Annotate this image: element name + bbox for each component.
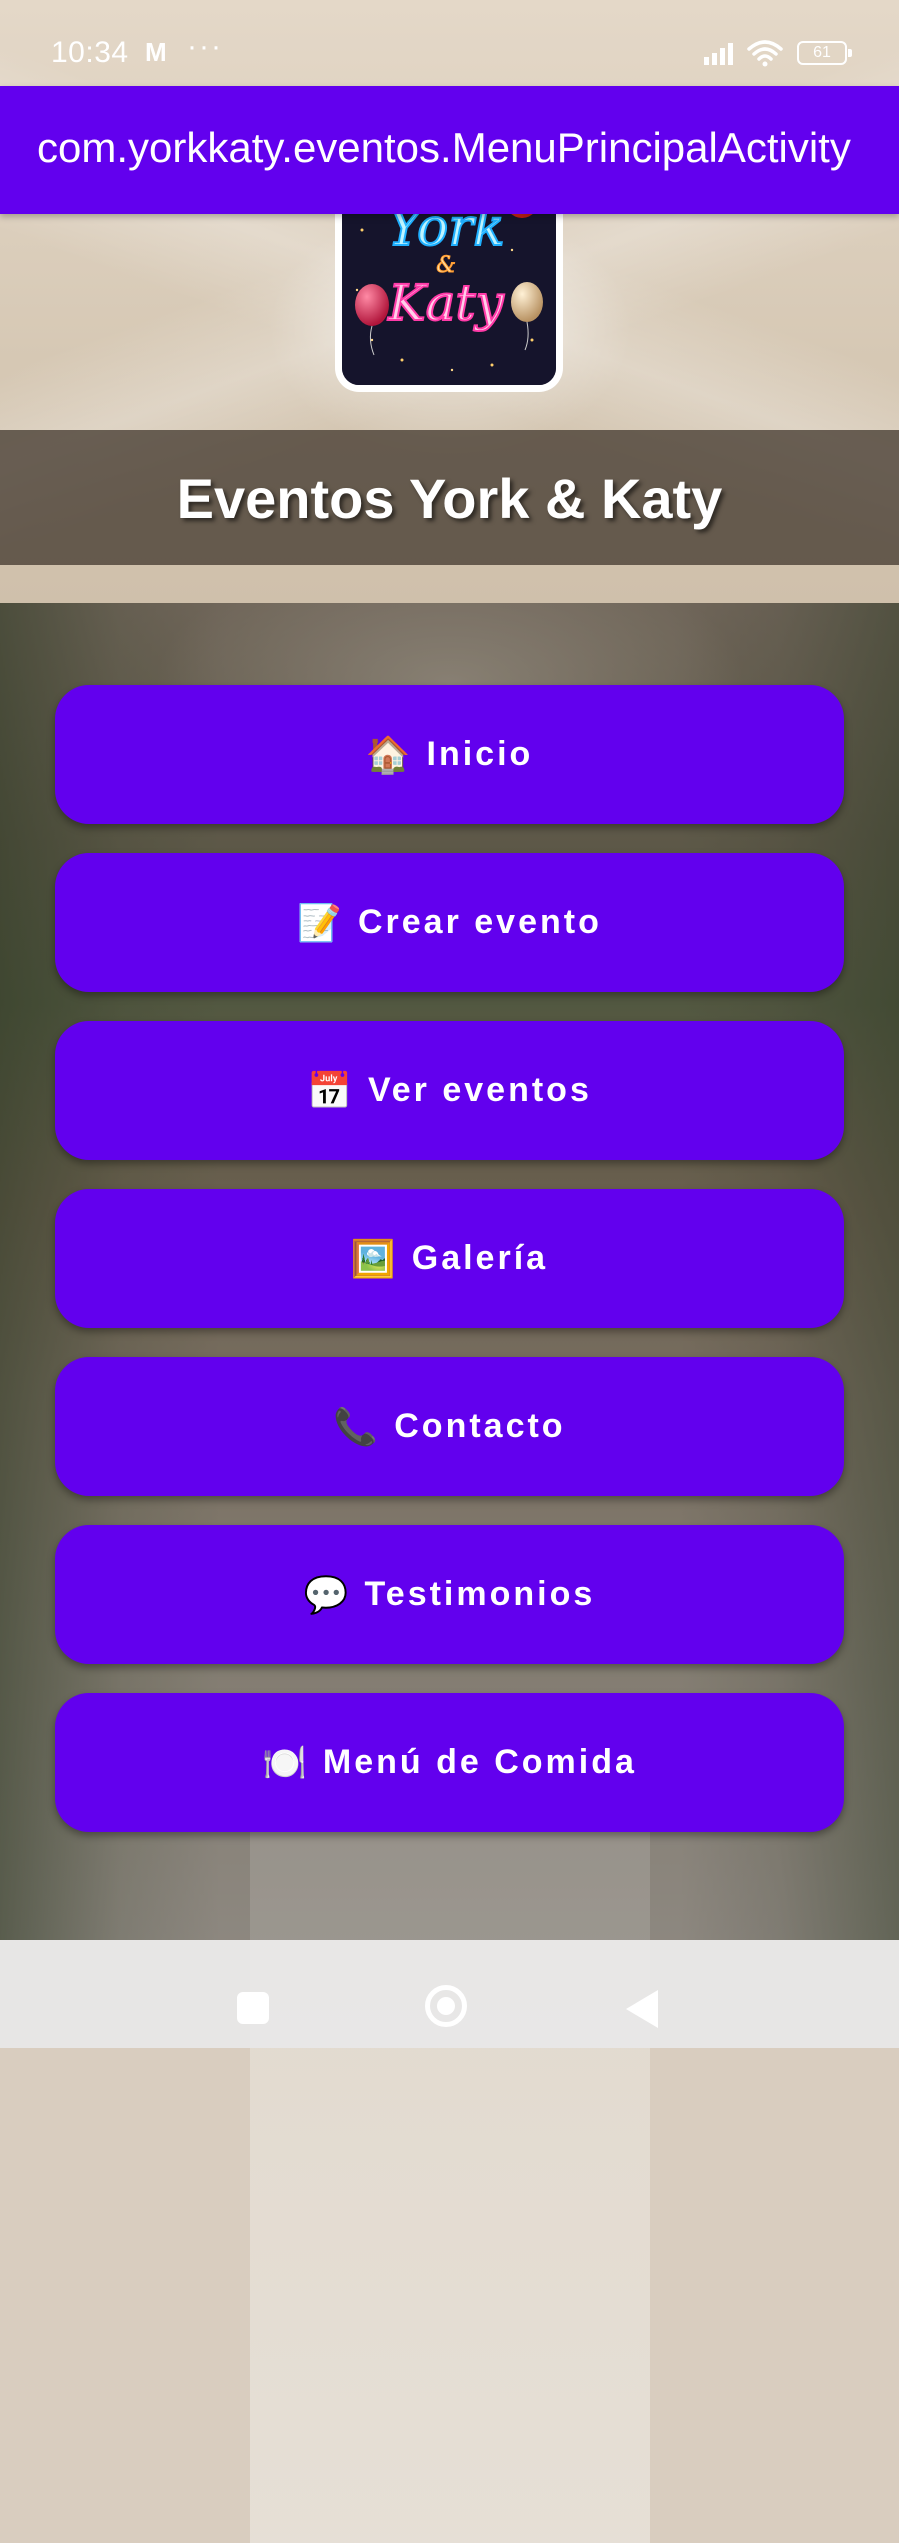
- testimonios-button[interactable]: 💬 Testimonios: [55, 1525, 844, 1664]
- menu-button-label: Testimonios: [364, 1575, 596, 1613]
- title-banner: Eventos York & Katy: [0, 430, 899, 565]
- logo-text-katy: Katy: [387, 274, 504, 332]
- memo-icon: 📝: [297, 902, 342, 944]
- action-bar: com.yorkkaty.eventos.MenuPrincipalActivi…: [0, 86, 899, 214]
- framed-picture-icon: 🖼️: [350, 1238, 396, 1280]
- menu-button-label: Ver eventos: [367, 1071, 592, 1109]
- recents-icon[interactable]: [237, 1992, 269, 2024]
- speech-bubble-icon: 💬: [303, 1574, 349, 1616]
- battery-icon: 61: [797, 41, 852, 65]
- page-title: Eventos York & Katy: [176, 467, 723, 530]
- app-logo: York & Katy: [335, 190, 563, 392]
- status-bar: 10:34 M ··· 61: [0, 0, 899, 86]
- ver-eventos-button[interactable]: 📅 Ver eventos: [55, 1021, 844, 1160]
- menu-button-label: Galería: [411, 1239, 549, 1277]
- background-table: [250, 1803, 650, 2543]
- wifi-icon: [747, 39, 783, 67]
- house-icon: 🏠: [365, 734, 411, 776]
- menu-button-label: Crear evento: [357, 903, 602, 941]
- system-nav-bar: [0, 1940, 899, 2048]
- more-dots-icon: ···: [187, 30, 223, 63]
- gmail-icon: M: [145, 37, 167, 67]
- status-indicators: 61: [704, 38, 852, 68]
- home-icon[interactable]: [425, 1985, 467, 2027]
- menu-button-label: Menú de Comida: [322, 1743, 637, 1781]
- galeria-button[interactable]: 🖼️ Galería: [55, 1189, 844, 1328]
- plate-cutlery-icon: 🍽️: [262, 1742, 307, 1784]
- menu-button-label: Inicio: [426, 735, 534, 773]
- inicio-button[interactable]: 🏠 Inicio: [55, 685, 844, 824]
- status-time: 10:34: [51, 36, 129, 69]
- calendar-icon: 📅: [307, 1070, 352, 1112]
- menu-de-comida-button[interactable]: 🍽️ Menú de Comida: [55, 1693, 844, 1832]
- signal-icon: [704, 41, 733, 65]
- main-menu: 🏠 Inicio 📝 Crear evento 📅 Ver eventos 🖼️…: [55, 685, 844, 1861]
- crear-evento-button[interactable]: 📝 Crear evento: [55, 853, 844, 992]
- menu-button-label: Contacto: [394, 1407, 566, 1445]
- contacto-button[interactable]: 📞 Contacto: [55, 1357, 844, 1496]
- activity-title: com.yorkkaty.eventos.MenuPrincipalActivi…: [37, 124, 851, 171]
- telephone-icon: 📞: [333, 1406, 379, 1448]
- back-icon[interactable]: [626, 1990, 658, 2028]
